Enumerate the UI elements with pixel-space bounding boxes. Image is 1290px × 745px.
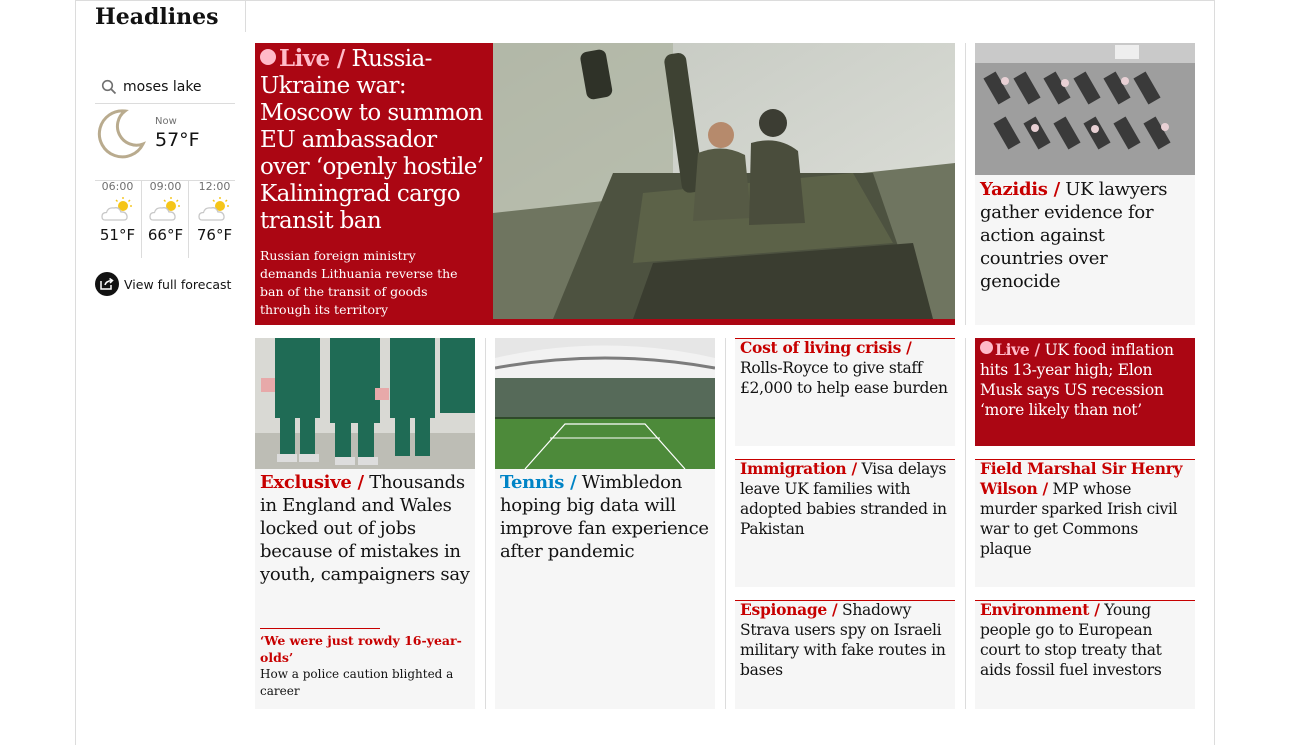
now-label: Now (155, 116, 177, 127)
card-food-inflation-live[interactable]: Live / UK food inflation hits 13-year hi… (975, 338, 1195, 446)
location-input[interactable] (123, 78, 233, 95)
forecast-time: 09:00 (149, 180, 182, 193)
wimbledon-court-photo (495, 338, 715, 469)
exclusive-kicker: Exclusive / (260, 472, 364, 493)
environment-kicker: Environment / (980, 600, 1100, 619)
live-kicker: Live / (279, 45, 345, 72)
exclusive-headline: Exclusive / Thousands in England and Wal… (260, 471, 472, 586)
forecast-temp: 66°F (147, 226, 184, 244)
card-topline (735, 600, 955, 601)
forecast-time: 12:00 (198, 180, 231, 193)
feature-card-russia-ukraine[interactable]: Live / Russia-Ukraine war: Moscow to sum… (255, 43, 955, 325)
partly-cloudy-icon (197, 197, 229, 221)
column-divider (485, 338, 486, 709)
moon-icon (97, 109, 147, 159)
card-espionage[interactable]: Espionage / Shadowy Strava users spy on … (735, 600, 955, 709)
yazidis-headline: Yazidis / UK lawyers gather evidence for… (980, 178, 1192, 293)
espionage-kicker: Espionage / (740, 600, 838, 619)
forecast-time: 06:00 (101, 180, 134, 193)
tank-photo (493, 43, 955, 319)
forecast-temp: 51°F (99, 226, 136, 244)
yazidis-kicker: Yazidis / (980, 179, 1060, 200)
tennis-headline: Tennis / Wimbledon hoping big data will … (500, 471, 712, 563)
section-title: Headlines (95, 4, 219, 30)
sublink-divider (260, 628, 380, 629)
card-tennis[interactable]: Tennis / Wimbledon hoping big data will … (495, 338, 715, 709)
card-henry-wilson[interactable]: Field Marshal Sir Henry Wilson / MP whos… (975, 459, 1195, 587)
column-divider (965, 338, 966, 709)
environment-headline: Environment / Young people go to Europea… (975, 600, 1195, 680)
live-dot-icon (260, 49, 276, 65)
card-topline (975, 459, 1195, 460)
sublink-kicker[interactable]: ‘We were just rowdy 16-year-olds’ (260, 632, 470, 666)
column-divider (965, 43, 966, 325)
column-divider (725, 338, 726, 709)
feature-headline-text: Russia-Ukraine war: Moscow to summon EU … (260, 46, 484, 234)
cost-of-living-kicker: Cost of living crisis / (740, 338, 912, 357)
youths-uniform-photo (255, 338, 475, 469)
view-full-forecast-link[interactable]: View full forecast (95, 272, 231, 296)
forecast-slot-1200: 12:00 76°F (191, 180, 238, 260)
location-search[interactable] (95, 70, 235, 104)
card-cost-of-living[interactable]: Cost of living crisis / Rolls-Royce to g… (735, 338, 955, 446)
immigration-headline: Immigration / Visa delays leave UK famil… (735, 459, 955, 539)
live-dot-icon (980, 341, 993, 354)
espionage-headline: Espionage / Shadowy Strava users spy on … (735, 600, 955, 680)
feature-headline: Live / Russia-Ukraine war: Moscow to sum… (260, 45, 488, 235)
cost-of-living-headline-text: Rolls-Royce to give staff £2,000 to help… (740, 359, 948, 397)
card-topline (735, 459, 955, 460)
header-divider (245, 0, 246, 32)
food-inflation-headline: Live / UK food inflation hits 13-year hi… (975, 338, 1195, 422)
partly-cloudy-icon (100, 197, 132, 221)
cost-of-living-headline: Cost of living crisis / Rolls-Royce to g… (735, 338, 955, 398)
feature-standfirst: Russian foreign ministry demands Lithuan… (260, 248, 458, 317)
search-icon (101, 79, 117, 94)
card-topline (975, 600, 1195, 601)
view-full-forecast-label: View full forecast (124, 276, 232, 292)
sublink-text[interactable]: How a police caution blighted a career (260, 666, 470, 700)
yazidis-aerial-photo (975, 43, 1195, 175)
forecast-temp: 76°F (196, 226, 233, 244)
tennis-kicker: Tennis / (500, 472, 577, 493)
now-temperature: 57°F (155, 129, 200, 151)
card-topline (735, 338, 955, 339)
immigration-kicker: Immigration / (740, 459, 857, 478)
external-link-icon (95, 272, 119, 296)
card-environment[interactable]: Environment / Young people go to Europea… (975, 600, 1195, 709)
forecast-slot-0900: 09:00 66°F (142, 180, 189, 260)
wilson-headline: Field Marshal Sir Henry Wilson / MP whos… (975, 459, 1195, 559)
card-yazidis[interactable]: Yazidis / UK lawyers gather evidence for… (975, 43, 1195, 325)
card-immigration[interactable]: Immigration / Visa delays leave UK famil… (735, 459, 955, 587)
partly-cloudy-icon (148, 197, 180, 221)
forecast-slot-0600: 06:00 51°F (94, 180, 141, 260)
live-kicker: Live / (995, 340, 1040, 359)
